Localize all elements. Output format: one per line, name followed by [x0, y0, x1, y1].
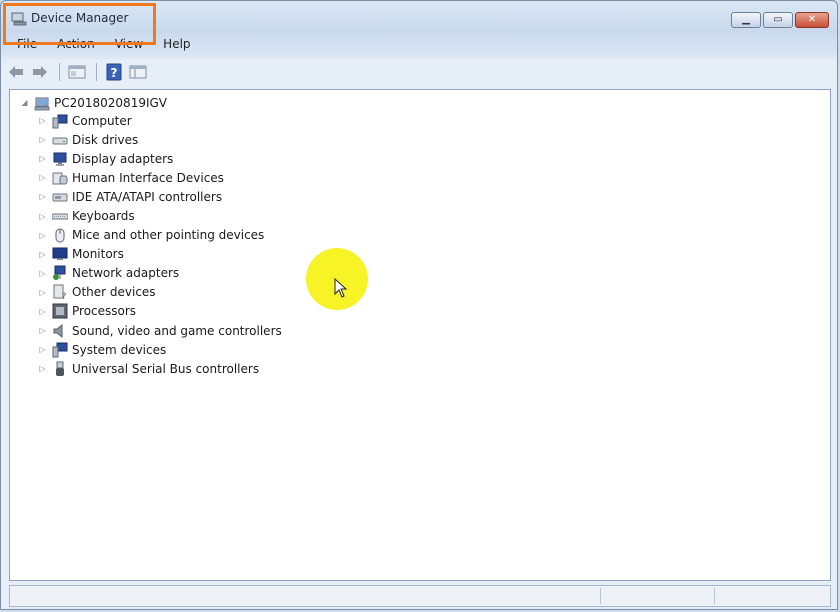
help-button[interactable]: ?	[103, 61, 125, 83]
status-divider	[600, 588, 601, 604]
tree-item-processors[interactable]: ▷ Processors	[38, 302, 282, 321]
tree-item-monitors[interactable]: ▷ Monitors	[38, 245, 282, 264]
maximize-icon: ▭	[773, 14, 783, 25]
expand-arrow-icon[interactable]: ▷	[38, 173, 47, 182]
tree-item-label: Computer	[72, 113, 132, 128]
view-button[interactable]	[127, 61, 149, 83]
system-devices-icon	[52, 342, 68, 358]
expand-arrow-icon[interactable]: ▷	[38, 116, 47, 125]
close-icon: ✕	[807, 14, 817, 25]
disk-drive-icon	[52, 137, 68, 145]
forward-icon	[33, 66, 47, 78]
tree-item-label: Keyboards	[72, 209, 135, 224]
tree-item-ide-controllers[interactable]: ▷ IDE ATA/ATAPI controllers	[38, 187, 282, 206]
expand-arrow-icon[interactable]: ▷	[38, 345, 47, 354]
expand-arrow-icon[interactable]: ▷	[38, 307, 47, 316]
computer-root-icon	[34, 97, 50, 110]
tree-root-label: PC2018020819IGV	[54, 95, 168, 110]
tree-item-label: System devices	[72, 342, 167, 357]
svg-text:?: ?	[62, 292, 67, 300]
tree-item-label: Display adapters	[72, 151, 174, 166]
tree-item-label: Network adapters	[72, 266, 180, 281]
network-adapter-icon	[53, 265, 66, 281]
expand-arrow-icon[interactable]: ▷	[38, 288, 47, 297]
device-category-list: ▷ Computer ▷ Disk drives ▷ Display adapt…	[38, 111, 282, 378]
properties-button[interactable]	[66, 61, 88, 83]
status-divider	[714, 588, 715, 604]
mouse-pointer-icon	[334, 278, 348, 298]
tree-item-label: Monitors	[72, 247, 124, 262]
tree-item-sound-controllers[interactable]: ▷ Sound, video and game controllers	[38, 321, 282, 340]
tree-item-label: Other devices	[72, 285, 156, 300]
view-icon	[129, 65, 147, 79]
properties-icon	[68, 65, 86, 79]
expand-arrow-icon[interactable]: ▷	[38, 326, 47, 335]
help-icon: ?	[106, 63, 122, 81]
back-button[interactable]	[5, 61, 27, 83]
tree-item-mice[interactable]: ▷ Mice and other pointing devices	[38, 226, 282, 245]
minimize-icon: ▁	[742, 14, 750, 25]
expand-arrow-icon[interactable]: ▷	[38, 364, 47, 373]
mouse-icon	[55, 228, 65, 243]
tree-item-system-devices[interactable]: ▷ System devices	[38, 340, 282, 359]
expand-arrow-icon[interactable]: ▷	[38, 212, 47, 221]
expand-arrow-icon[interactable]: ▷	[38, 250, 47, 259]
ide-controller-icon	[52, 193, 68, 202]
menu-help[interactable]: Help	[153, 35, 200, 53]
title-highlight-annotation	[3, 3, 156, 45]
close-button[interactable]: ✕	[795, 12, 829, 28]
sound-icon	[53, 323, 63, 338]
tree-root[interactable]: ◢ PC2018020819IGV	[20, 93, 167, 112]
expand-arrow-icon[interactable]: ▷	[38, 135, 47, 144]
tree-item-human-interface-devices[interactable]: ▷ Human Interface Devices	[38, 168, 282, 187]
computer-icon	[52, 114, 68, 129]
hid-icon	[52, 172, 68, 185]
maximize-button[interactable]: ▭	[763, 12, 793, 28]
status-bar	[9, 585, 831, 607]
tree-item-label: Processors	[72, 304, 137, 319]
processor-icon	[52, 303, 68, 319]
back-icon	[9, 66, 23, 78]
monitor-icon	[52, 247, 68, 261]
tree-item-label: Mice and other pointing devices	[72, 228, 265, 243]
tree-item-network-adapters[interactable]: ▷ Network adapters	[38, 264, 282, 283]
tree-item-label: Sound, video and game controllers	[72, 323, 282, 338]
tree-item-disk-drives[interactable]: ▷ Disk drives	[38, 130, 282, 149]
tree-item-label: Human Interface Devices	[72, 170, 224, 185]
toolbar: ?	[5, 59, 833, 85]
svg-text:?: ?	[111, 66, 118, 80]
forward-button[interactable]	[29, 61, 51, 83]
other-devices-icon: ?	[53, 284, 67, 300]
keyboard-icon	[52, 213, 68, 220]
expand-arrow-icon[interactable]: ▷	[38, 154, 47, 163]
device-tree-pane[interactable]: ◢ PC2018020819IGV ▷ Computer ▷ Disk driv…	[9, 89, 831, 581]
toolbar-separator	[59, 63, 60, 81]
minimize-button[interactable]: ▁	[731, 12, 761, 28]
tree-item-usb-controllers[interactable]: ▷ Universal Serial Bus controllers	[38, 359, 282, 378]
device-manager-window: Device Manager ▁ ▭ ✕ File Action View He…	[0, 0, 838, 610]
tree-item-label: Disk drives	[72, 132, 139, 147]
tree-item-label: IDE ATA/ATAPI controllers	[72, 189, 223, 204]
toolbar-separator	[96, 63, 97, 81]
expand-arrow-icon[interactable]: ▷	[38, 269, 47, 278]
tree-item-keyboards[interactable]: ▷ Keyboards	[38, 206, 282, 225]
display-adapter-icon	[53, 152, 67, 166]
collapse-arrow-icon[interactable]: ◢	[20, 98, 29, 107]
usb-icon	[56, 361, 64, 376]
expand-arrow-icon[interactable]: ▷	[38, 231, 47, 240]
tree-item-computer[interactable]: ▷ Computer	[38, 111, 282, 130]
tree-item-label: Universal Serial Bus controllers	[72, 361, 260, 376]
expand-arrow-icon[interactable]: ▷	[38, 192, 47, 201]
tree-item-other-devices[interactable]: ▷ ? Other devices	[38, 283, 282, 302]
tree-item-display-adapters[interactable]: ▷ Display adapters	[38, 149, 282, 168]
